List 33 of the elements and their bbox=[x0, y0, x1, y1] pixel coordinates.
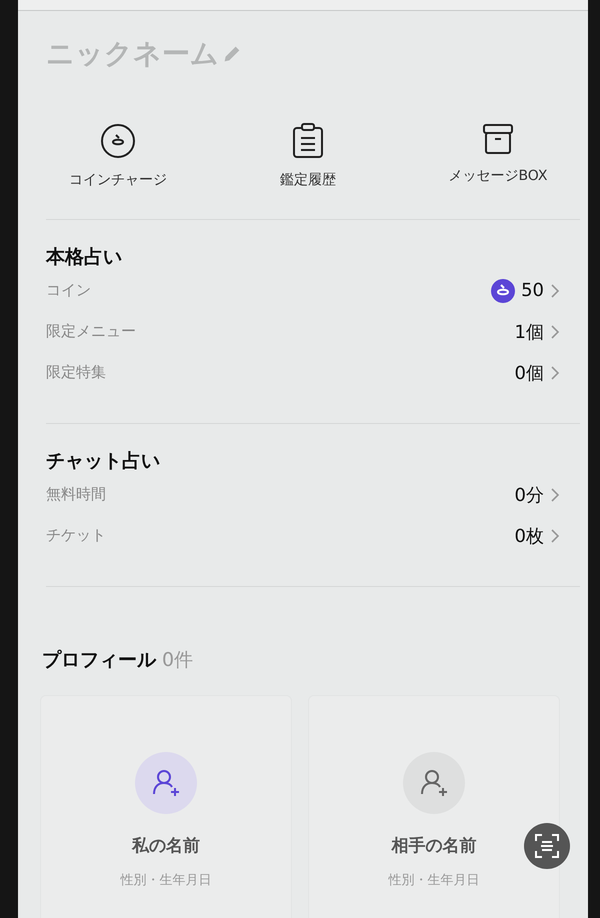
row-label: 無料時間 bbox=[46, 485, 106, 504]
row-label: コイン bbox=[46, 281, 91, 300]
chevron-right-icon[interactable] bbox=[550, 486, 560, 502]
card-detail: 性別・生年月日 bbox=[388, 872, 480, 889]
shortcut-button[interactable]: コインチャージ bbox=[38, 123, 198, 189]
row-value: 1個 bbox=[514, 320, 544, 344]
chevron-right-icon[interactable] bbox=[550, 364, 560, 380]
profile-card[interactable]: 私の名前 性別・生年月日 bbox=[40, 695, 292, 918]
scan-icon bbox=[534, 833, 560, 859]
box-icon bbox=[482, 123, 514, 155]
add-person-icon bbox=[135, 752, 197, 814]
chevron-right-icon[interactable] bbox=[550, 324, 560, 340]
chevron-right-icon[interactable] bbox=[550, 528, 560, 544]
chevron-right-icon[interactable] bbox=[550, 282, 560, 298]
profile-card[interactable]: 相手の名前 性別・生年月日 bbox=[308, 695, 560, 918]
row-value: 0分 bbox=[514, 484, 544, 506]
section-title: 本格占い bbox=[46, 245, 123, 270]
shortcut-button[interactable]: 鑑定履歴 bbox=[228, 123, 388, 189]
section-title: プロフィール bbox=[42, 648, 156, 673]
profile-count: 0件 bbox=[162, 648, 194, 673]
clipboard-icon bbox=[292, 123, 324, 159]
shortcut-button[interactable]: メッセージBOX bbox=[418, 123, 578, 189]
row-label: 限定メニュー bbox=[46, 322, 136, 341]
coin-icon bbox=[100, 123, 136, 159]
row-label: チケット bbox=[46, 526, 106, 545]
row-value: 0枚 bbox=[514, 524, 544, 548]
row-value: 0個 bbox=[514, 362, 544, 384]
add-person-icon bbox=[403, 752, 465, 814]
coin-icon bbox=[491, 278, 516, 302]
row-label: 限定特集 bbox=[46, 363, 106, 382]
card-detail: 性別・生年月日 bbox=[120, 872, 212, 889]
row-value: 50 bbox=[521, 280, 544, 301]
section-title: チャット占い bbox=[46, 449, 161, 474]
